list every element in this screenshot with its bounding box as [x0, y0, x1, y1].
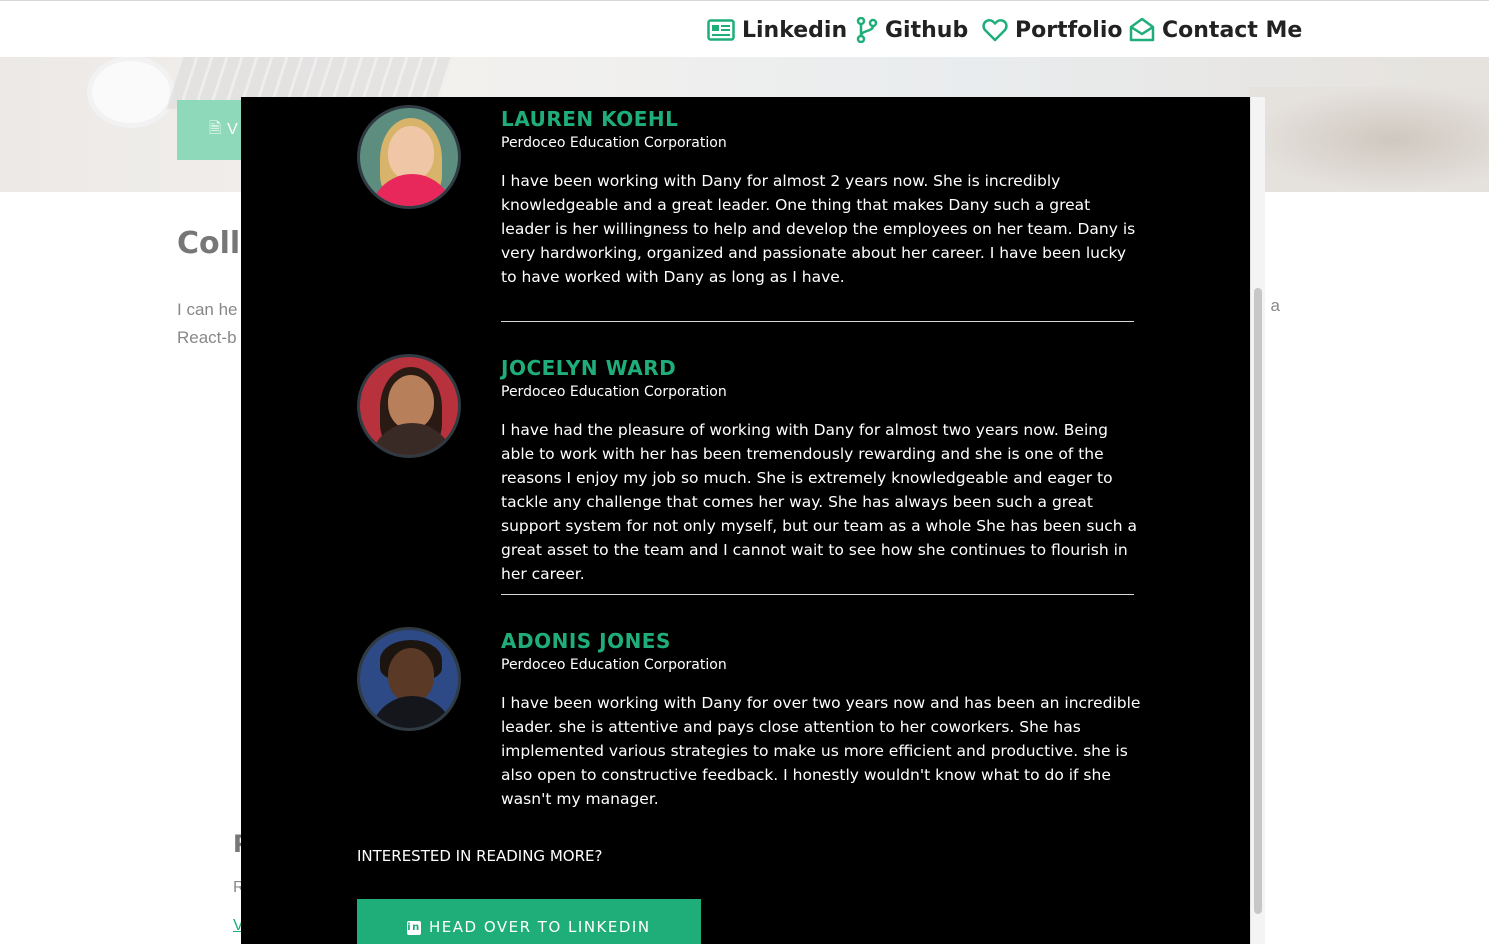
git-branch-icon [856, 17, 878, 43]
nav-label-github: Github [885, 17, 969, 43]
read-more-label: INTERESTED IN READING MORE? [357, 847, 603, 865]
testimonial-name: LAUREN KOEHL [501, 107, 679, 131]
nav-label-contact: Contact Me [1162, 17, 1303, 43]
hero-coffee-cup [92, 61, 170, 123]
id-card-icon [707, 19, 735, 41]
testimonial-company: Perdoceo Education Corporation [501, 657, 727, 673]
view-resume-label: V [227, 121, 238, 138]
head-over-to-linkedin-button[interactable]: in HEAD OVER TO LINKEDIN [357, 899, 701, 944]
nav-label-linkedin: Linkedin [742, 17, 848, 43]
avatar [357, 627, 461, 731]
testimonial-text: I have been working with Dany for almost… [501, 172, 1136, 286]
divider [501, 594, 1134, 595]
nav-label-portfolio: Portfolio [1015, 17, 1123, 43]
nav-link-linkedin[interactable]: Linkedin [707, 14, 847, 46]
nav-link-github[interactable]: Github [856, 14, 968, 46]
heart-icon [982, 19, 1008, 42]
testimonial-company: Perdoceo Education Corporation [501, 384, 727, 400]
linkedin-button-label: HEAD OVER TO LINKEDIN [429, 918, 651, 936]
envelope-open-icon [1129, 17, 1155, 42]
section-text-line2: React-b [177, 328, 237, 347]
avatar [357, 354, 461, 458]
divider [501, 321, 1134, 322]
modal-scrollbar-thumb[interactable] [1254, 288, 1262, 914]
nav-link-portfolio[interactable]: Portfolio [982, 14, 1123, 46]
testimonial-text: I have had the pleasure of working with … [501, 421, 1138, 583]
avatar [357, 105, 461, 209]
testimonials-modal: LAUREN KOEHL Perdoceo Education Corporat… [241, 97, 1250, 944]
nav-link-contact[interactable]: Contact Me [1129, 14, 1302, 46]
testimonial-name: ADONIS JONES [501, 629, 671, 653]
section-text-line1: I can he [177, 300, 238, 319]
linkedin-icon: in [407, 921, 421, 935]
hero-plant [1249, 87, 1489, 192]
top-navbar: Linkedin Github Portfolio Contact Me [0, 0, 1489, 57]
testimonial-name: JOCELYN WARD [501, 356, 677, 380]
section-text: I can he React-b [177, 296, 238, 352]
file-icon: 🗎 [209, 119, 222, 137]
testimonial-text: I have been working with Dany for over t… [501, 694, 1141, 808]
testimonial-company: Perdoceo Education Corporation [501, 135, 727, 151]
